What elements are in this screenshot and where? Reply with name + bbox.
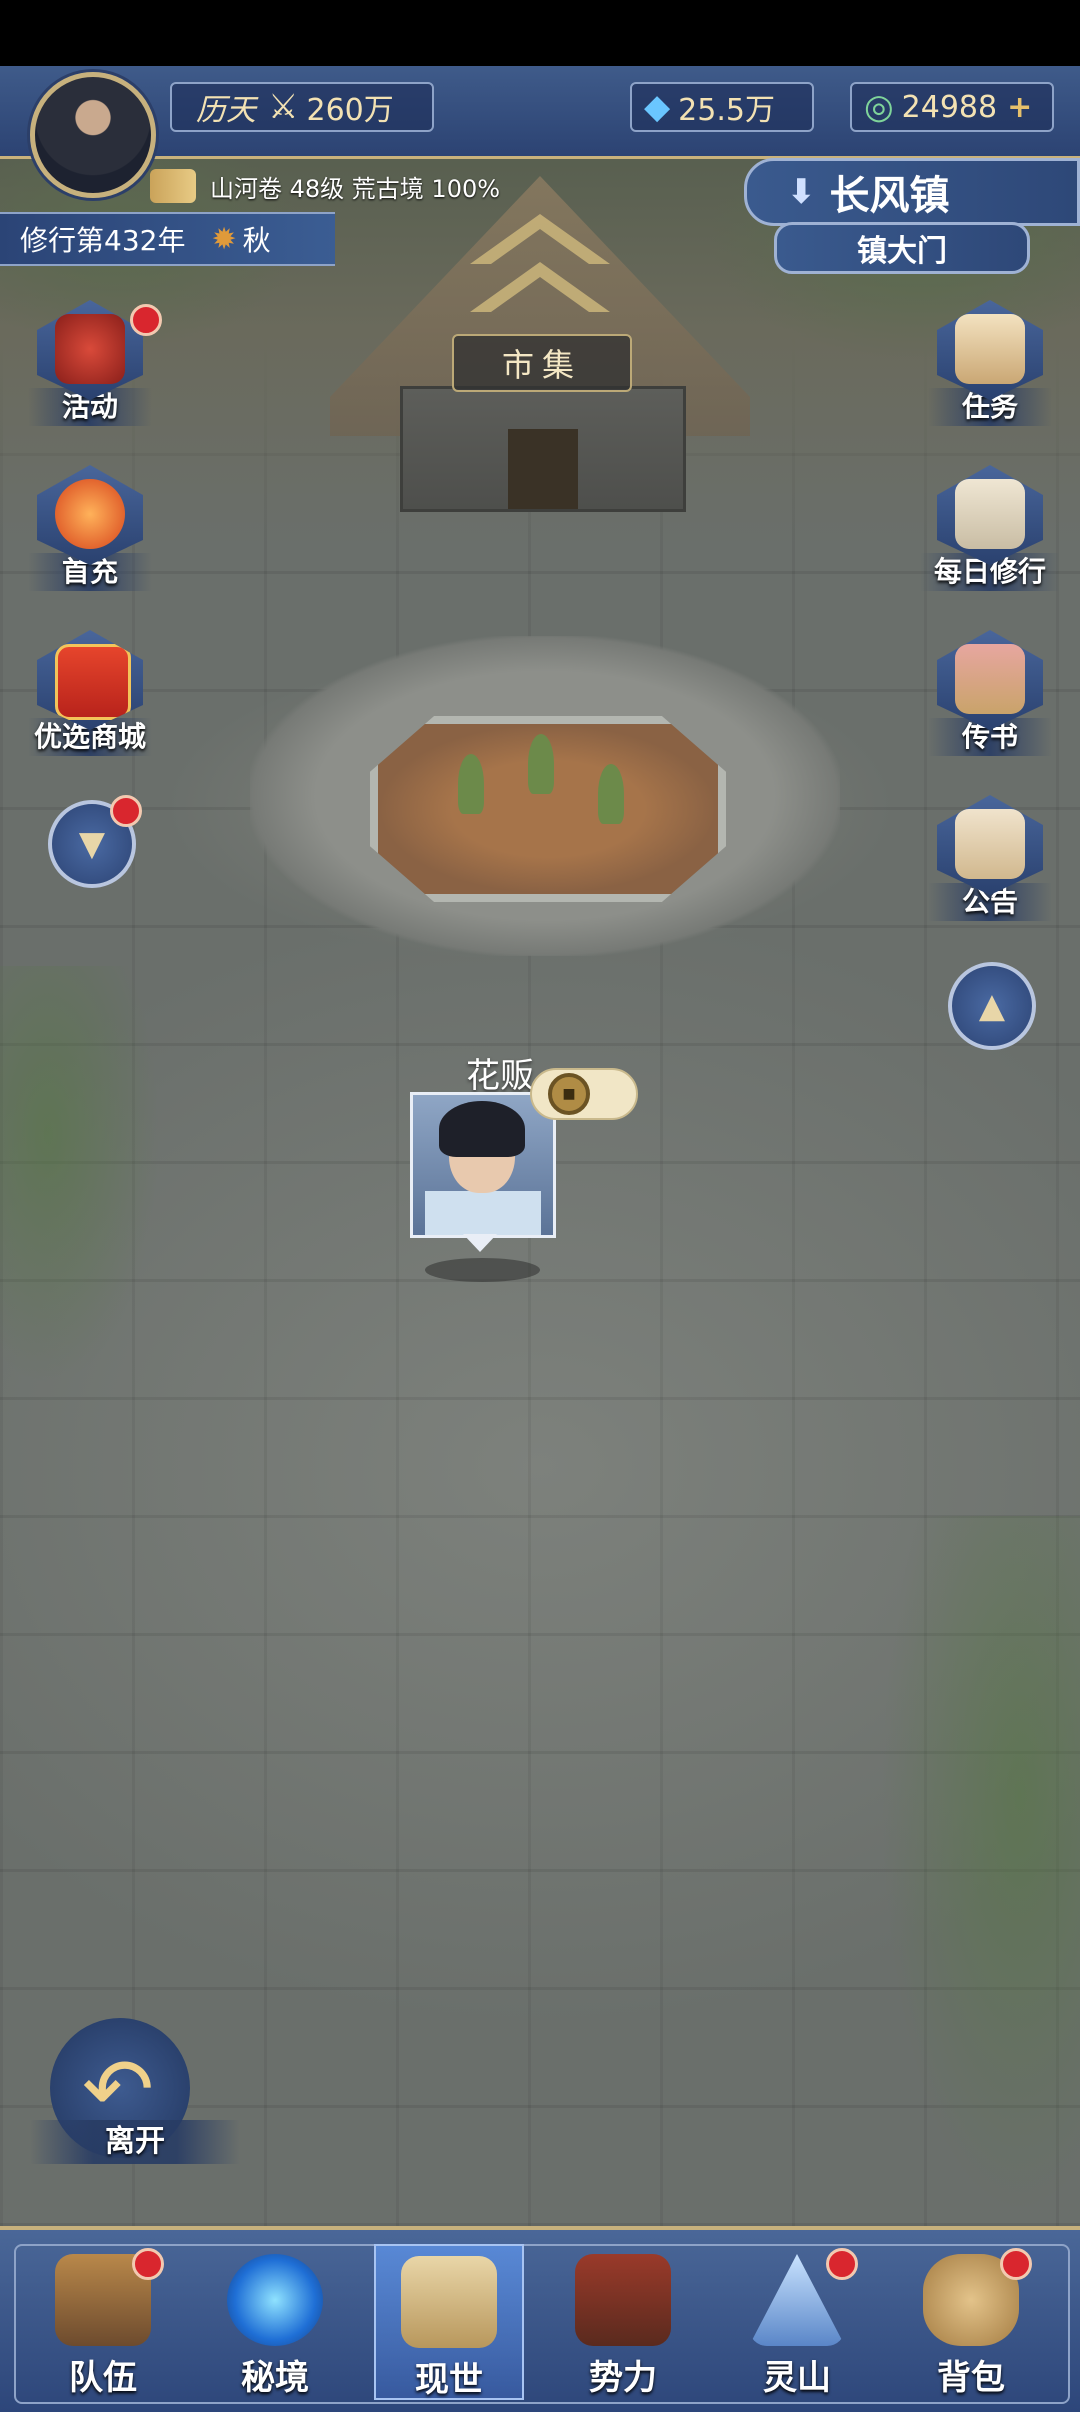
nav-bag[interactable]: 背包 — [896, 2244, 1046, 2400]
vine-foliage — [880, 1516, 1080, 2216]
crystal-icon: ◆ — [644, 87, 671, 127]
nav-team[interactable]: 队伍 — [28, 2244, 178, 2400]
crystal-box[interactable]: ◆ 25.5万 — [630, 82, 814, 132]
event-drum-icon — [37, 300, 143, 400]
player-avatar[interactable] — [30, 72, 156, 198]
notification-badge — [130, 304, 162, 336]
bottom-nav: 队伍 秘境 现世 势力 灵山 背包 — [0, 2226, 1080, 2412]
npc-hair — [439, 1101, 525, 1157]
notification-badge — [110, 795, 142, 827]
nav-faction-label: 势力 — [589, 2358, 657, 2398]
letter-button[interactable]: 传书 — [920, 630, 1060, 756]
market-gate[interactable] — [400, 386, 686, 512]
notice-button[interactable]: 公告 — [920, 795, 1060, 921]
location-pin-icon: ⬇ — [787, 172, 816, 212]
spot-name: 镇大门 — [857, 234, 947, 269]
portal-icon — [227, 2254, 323, 2346]
realm-text: 山河卷 48级 荒古境 100% — [210, 174, 501, 203]
location-plate[interactable]: ⬇ 长风镇 — [744, 158, 1080, 226]
flowerbed — [370, 716, 726, 902]
gift-box-icon — [37, 630, 143, 730]
nav-secret-realm-label: 秘境 — [241, 2358, 309, 2398]
market-signpost[interactable]: 市集 — [452, 334, 632, 392]
letter-icon — [937, 630, 1043, 730]
plant — [458, 754, 484, 814]
title-power-box: 历天 ⚔ 260万 — [170, 82, 434, 132]
season-label: 秋 — [242, 224, 271, 257]
lantern-icon — [37, 465, 143, 565]
gate-door — [508, 429, 578, 509]
plant — [528, 734, 554, 794]
realm-line: 山河卷 48级 荒古境 100% — [150, 165, 500, 207]
chevron-up-icon: ▲ — [978, 986, 1006, 1026]
coin-icon: ■ — [548, 1073, 590, 1115]
notice-icon — [937, 795, 1043, 895]
jade-box[interactable]: ◎ 24988 + — [850, 82, 1054, 132]
power-value: 260万 — [306, 93, 394, 128]
jade-value: 24988 — [901, 89, 998, 125]
trade-bubble[interactable]: ■ — [530, 1068, 638, 1120]
nav-secret-realm[interactable]: 秘境 — [200, 2244, 350, 2400]
first-recharge-button[interactable]: 首充 — [20, 465, 160, 591]
collapse-right-button[interactable]: ▲ — [948, 962, 1036, 1050]
nav-bag-label: 背包 — [937, 2358, 1005, 2398]
book-icon — [937, 465, 1043, 565]
chevron-down-icon: ▼ — [78, 824, 106, 864]
scroll-icon — [150, 169, 196, 203]
world-map-icon — [401, 2256, 497, 2348]
daily-cultivation-button[interactable]: 每日修行 — [920, 465, 1060, 591]
nav-spirit-mountain[interactable]: 灵山 — [722, 2244, 872, 2400]
cultivation-bar: 修行第432年 ✹ 秋 — [0, 212, 335, 266]
notification-badge — [826, 2248, 858, 2280]
npc-robe — [425, 1191, 541, 1235]
notification-badge — [132, 2248, 164, 2280]
maple-leaf-icon: ✹ — [211, 221, 237, 257]
power-icon: ⚔ — [268, 87, 299, 127]
npc-shadow — [425, 1258, 540, 1282]
npc-flower-vendor[interactable] — [410, 1092, 556, 1238]
shop-button[interactable]: 优选商城 — [20, 630, 160, 756]
notification-badge — [1000, 2248, 1032, 2280]
quest-scroll-icon — [937, 300, 1043, 400]
plant — [598, 764, 624, 824]
nav-spirit-mountain-label: 灵山 — [763, 2358, 831, 2398]
title-badge: 历天 — [196, 93, 256, 128]
vine-foliage — [0, 966, 160, 1386]
nav-world[interactable]: 现世 — [374, 2244, 524, 2400]
cultivation-year: 修行第432年 — [20, 224, 186, 257]
leave-label: 离开 — [30, 2120, 240, 2164]
nav-team-label: 队伍 — [69, 2358, 137, 2398]
nav-faction[interactable]: 势力 — [548, 2244, 698, 2400]
event-button[interactable]: 活动 — [20, 300, 162, 426]
quest-button[interactable]: 任务 — [920, 300, 1060, 426]
nav-world-label: 现世 — [415, 2360, 483, 2400]
add-jade-button[interactable]: + — [1007, 90, 1032, 125]
crystal-value: 25.5万 — [678, 93, 775, 128]
location-spot[interactable]: 镇大门 — [774, 222, 1030, 274]
palace-icon — [575, 2254, 671, 2346]
season: ✹ 秋 — [211, 219, 270, 259]
jade-coin-icon: ◎ — [864, 87, 894, 127]
town-name: 长风镇 — [829, 173, 950, 219]
leave-button[interactable]: ↶ 离开 — [30, 2018, 240, 2168]
status-bar — [0, 0, 1080, 66]
